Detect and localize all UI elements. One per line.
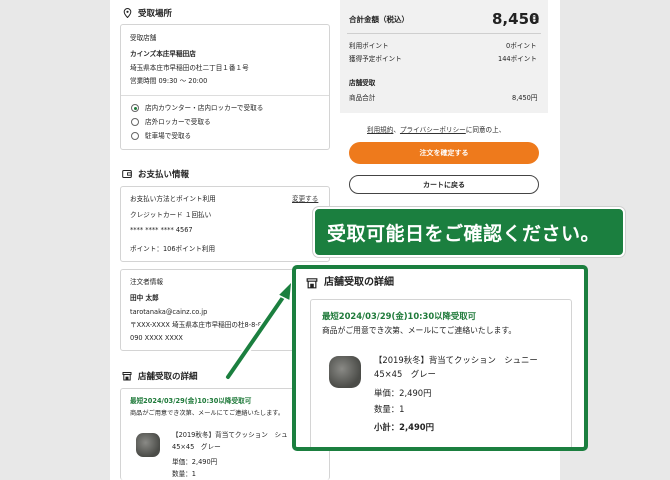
agreement-text: 利用規約、プライバシーポリシーに同意の上、: [367, 124, 505, 134]
order-summary: 合計金額（税込） 8,450 円 利用ポイント 0ポイント 獲得予定ポイント 1…: [340, 0, 548, 113]
payment-box: お支払い方法とポイント利用 変更する クレジットカード １回払い **** **…: [120, 186, 330, 262]
subtotal-value: 8,450円: [512, 94, 538, 102]
radio-parking[interactable]: [131, 132, 139, 140]
pickup-note: 商品がご用意でき次第、メールにてご連絡いたします。: [130, 410, 285, 417]
orderer-email: tarotanaka@cainz.co.jp: [130, 308, 208, 316]
pickup-details-zoom: 店舗受取の詳細 最短2024/03/29(金)10:30以降受取可 商品がご用意…: [292, 265, 588, 451]
points-used-value: 0ポイント: [506, 42, 537, 50]
store-hours: 営業時間 09:30 〜 20:00: [130, 77, 208, 85]
location-pin-icon: [122, 8, 132, 18]
payment-title: お支払い情報: [138, 170, 190, 180]
pickup-location-header: 受取場所: [122, 7, 172, 19]
store-name: カインズ本庄早稲田店: [130, 50, 196, 58]
back-to-cart-button[interactable]: カートに戻る: [349, 175, 539, 194]
product-name[interactable]: 【2019秋冬】背当てクッション シュ: [172, 431, 288, 440]
zoom-unit-price: 単価：2,490円: [374, 388, 432, 398]
payment-method-label: お支払い方法とポイント利用: [130, 195, 216, 203]
radio-counter[interactable]: [131, 104, 139, 112]
orderer-phone: 090 XXXX XXXX: [130, 334, 183, 342]
zoom-product-variant: 45×45 グレー: [374, 369, 436, 379]
points-used-label: 利用ポイント: [349, 42, 389, 50]
zoom-product-image: [329, 356, 361, 388]
option-outside-locker-label[interactable]: 店外ロッカーで受取る: [145, 118, 211, 127]
subtotal-label: 商品合計: [349, 94, 376, 102]
pickup-location-title: 受取場所: [138, 9, 173, 19]
divider: [121, 95, 329, 96]
card-number: **** **** **** 4567: [130, 226, 193, 234]
zoom-details-box: 最短2024/03/29(金)10:30以降受取可 商品がご用意でき次第、メール…: [310, 299, 572, 447]
zoom-header: 店舗受取の詳細: [306, 277, 394, 289]
terms-link[interactable]: 利用規約: [367, 126, 393, 134]
divider: [347, 33, 541, 34]
zoom-quantity: 数量：1: [374, 404, 405, 414]
store-address: 埼玉県本庄市早稲田の杜二丁目１番１号: [130, 64, 249, 72]
card-type: クレジットカード １回払い: [130, 211, 212, 219]
zoom-pickup-note: 商品がご用意でき次第、メールにてご連絡いたします。: [322, 326, 517, 335]
zoom-pickup-title: 店舗受取の詳細: [324, 277, 394, 288]
radio-outside-locker[interactable]: [131, 118, 139, 126]
agreement-suffix: に同意の上、: [465, 126, 506, 134]
points-earn-value: 144ポイント: [498, 55, 537, 63]
wallet-icon: [122, 169, 132, 179]
callout-arrow: [224, 278, 293, 381]
option-counter-label[interactable]: 店内カウンター・店内ロッカーで受取る: [145, 104, 263, 113]
product-image: [136, 433, 160, 457]
agreement-sep: 、: [393, 126, 400, 134]
product-unit-price: 単価：2,490円: [172, 458, 218, 466]
product-quantity: 数量：1: [172, 470, 196, 478]
change-payment-link[interactable]: 変更する: [292, 195, 318, 204]
product-variant: 45×45 グレー: [172, 443, 221, 451]
zoom-pickup-date: 最短2024/03/29(金)10:30以降受取可: [322, 311, 477, 321]
store-icon: [122, 371, 132, 381]
store-label: 受取店舗: [130, 34, 157, 42]
pickup-date: 最短2024/03/29(金)10:30以降受取可: [130, 397, 252, 405]
store-icon: [306, 278, 318, 289]
zoom-subtotal: 小計：2,490円: [374, 422, 434, 432]
pickup-details-header: 店舗受取の詳細: [122, 370, 198, 382]
summary-section-label: 店舗受取: [349, 79, 376, 87]
callout-banner: 受取可能日をご確認ください。: [313, 207, 625, 257]
pickup-details-title: 店舗受取の詳細: [138, 372, 198, 382]
orderer-label: 注文者情報: [130, 278, 163, 286]
points-used: ポイント：106ポイント利用: [130, 245, 216, 253]
option-parking-label[interactable]: 駐車場で受取る: [145, 132, 191, 141]
orderer-name: 田中 太郎: [130, 294, 159, 302]
payment-header: お支払い情報: [122, 168, 189, 180]
points-earn-label: 獲得予定ポイント: [349, 55, 402, 63]
privacy-link[interactable]: プライバシーポリシー: [400, 126, 466, 134]
total-yen: 円: [532, 16, 539, 24]
confirm-order-button[interactable]: 注文を確定する: [349, 142, 539, 164]
zoom-product-name[interactable]: 【2019秋冬】背当てクッション シュニー: [374, 355, 538, 365]
pickup-location-box: 受取店舗 カインズ本庄早稲田店 埼玉県本庄市早稲田の杜二丁目１番１号 営業時間 …: [120, 24, 330, 150]
total-label: 合計金額（税込）: [349, 15, 409, 24]
